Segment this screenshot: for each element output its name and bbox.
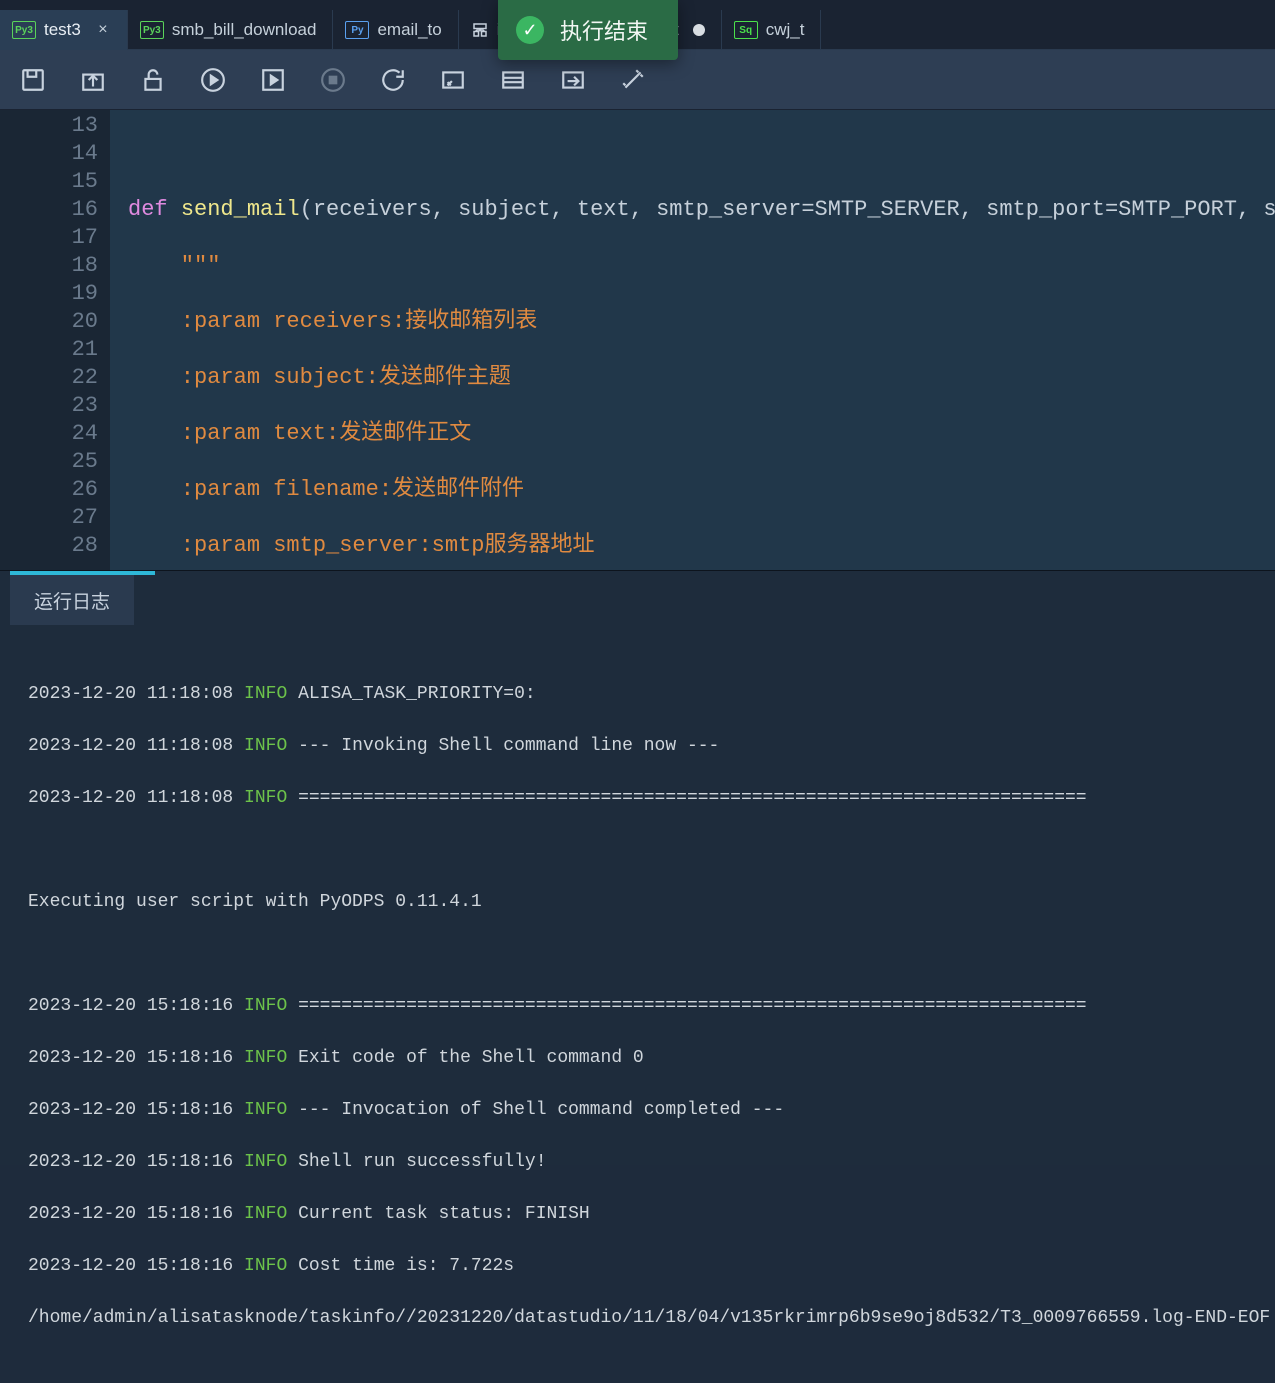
log-level: INFO bbox=[244, 788, 287, 808]
python-icon: Py bbox=[345, 21, 369, 39]
line-number: 20 bbox=[0, 308, 98, 336]
panel-tab-runlog[interactable]: 运行日志 bbox=[10, 575, 134, 625]
log-msg: Cost time is: 7.722s bbox=[298, 1256, 514, 1276]
run-param-button[interactable] bbox=[260, 67, 286, 93]
line-number: 25 bbox=[0, 448, 98, 476]
python3-icon: Py3 bbox=[140, 21, 164, 39]
log-msg: ========================================… bbox=[298, 788, 1087, 808]
docstring: :param receivers:接收邮箱列表 bbox=[128, 309, 537, 334]
line-number: 13 bbox=[0, 112, 98, 140]
log-msg: Executing user script with PyODPS 0.11.4… bbox=[28, 889, 1247, 915]
line-number: 22 bbox=[0, 364, 98, 392]
log-level: INFO bbox=[244, 1100, 287, 1120]
docstring: :param subject:发送邮件主题 bbox=[128, 365, 511, 390]
deploy-button[interactable] bbox=[560, 67, 586, 93]
keyword: def bbox=[128, 197, 181, 222]
code-content[interactable]: def send_mail(receivers, subject, text, … bbox=[110, 110, 1275, 570]
stop-button[interactable] bbox=[320, 67, 346, 93]
reload-button[interactable] bbox=[380, 67, 406, 93]
log-level: INFO bbox=[244, 1204, 287, 1224]
log-timestamp: 2023-12-20 11:18:08 bbox=[28, 684, 233, 704]
log-timestamp: 2023-12-20 15:18:16 bbox=[28, 1204, 233, 1224]
log-timestamp: 2023-12-20 11:18:08 bbox=[28, 788, 233, 808]
docstring: :param filename:发送邮件附件 bbox=[128, 477, 524, 502]
log-timestamp: 2023-12-20 15:18:16 bbox=[28, 1152, 233, 1172]
sql-icon: Sq bbox=[734, 21, 758, 39]
docstring: :param text:发送邮件正文 bbox=[128, 421, 471, 446]
save-button[interactable] bbox=[20, 67, 46, 93]
tab-email-to[interactable]: Py email_to bbox=[333, 10, 458, 50]
log-level: INFO bbox=[244, 736, 287, 756]
log-level: INFO bbox=[244, 684, 287, 704]
line-number: 16 bbox=[0, 196, 98, 224]
tab-label: email_to bbox=[377, 20, 441, 40]
submit-button[interactable] bbox=[80, 67, 106, 93]
line-number-gutter: 13141516171819202122232425262728 bbox=[0, 110, 110, 570]
line-number: 21 bbox=[0, 336, 98, 364]
log-level: INFO bbox=[244, 1048, 287, 1068]
log-msg: --- Invoking Shell command line now --- bbox=[298, 736, 719, 756]
line-number: 14 bbox=[0, 140, 98, 168]
docstring: """ bbox=[128, 253, 220, 278]
line-number: 18 bbox=[0, 252, 98, 280]
toast-label: 执行结束 bbox=[560, 14, 648, 46]
log-level: INFO bbox=[244, 1256, 287, 1276]
log-msg: --- Invocation of Shell command complete… bbox=[298, 1100, 784, 1120]
log-msg: ALISA_TASK_PRIORITY=0: bbox=[298, 684, 536, 704]
magic-button[interactable] bbox=[620, 67, 646, 93]
code-text: (receivers, subject, text, smtp_server=S… bbox=[300, 197, 1275, 222]
tab-smb-bill-download[interactable]: Py3 smb_bill_download bbox=[128, 10, 334, 50]
log-msg: Shell run successfully! bbox=[298, 1152, 546, 1172]
lock-button[interactable] bbox=[140, 67, 166, 93]
execution-toast: ✓ 执行结束 bbox=[498, 0, 678, 60]
report-icon bbox=[471, 21, 489, 39]
line-number: 28 bbox=[0, 532, 98, 560]
log-msg: ========================================… bbox=[298, 996, 1087, 1016]
log-timestamp: 2023-12-20 15:18:16 bbox=[28, 1256, 233, 1276]
close-icon[interactable]: × bbox=[95, 22, 111, 38]
log-timestamp: 2023-12-20 15:18:16 bbox=[28, 1048, 233, 1068]
line-number: 27 bbox=[0, 504, 98, 532]
line-number: 26 bbox=[0, 476, 98, 504]
log-output[interactable]: 2023-12-20 11:18:08 INFO ALISA_TASK_PRIO… bbox=[0, 625, 1275, 1383]
code-editor[interactable]: 13141516171819202122232425262728 def sen… bbox=[0, 110, 1275, 570]
log-path: /home/admin/alisatasknode/taskinfo//2023… bbox=[28, 1305, 1247, 1331]
log-level: INFO bbox=[244, 996, 287, 1016]
format-button[interactable] bbox=[440, 67, 466, 93]
log-timestamp: 2023-12-20 15:18:16 bbox=[28, 1100, 233, 1120]
log-level: INFO bbox=[244, 1152, 287, 1172]
unsaved-dot-icon bbox=[693, 24, 705, 36]
run-button[interactable] bbox=[200, 67, 226, 93]
tab-cwj[interactable]: Sq cwj_t bbox=[722, 10, 822, 50]
line-number: 23 bbox=[0, 392, 98, 420]
python3-icon: Py3 bbox=[12, 21, 36, 39]
function-name: send_mail bbox=[181, 197, 300, 222]
log-timestamp: 2023-12-20 15:18:16 bbox=[28, 996, 233, 1016]
tab-label: smb_bill_download bbox=[172, 20, 317, 40]
layout-button[interactable] bbox=[500, 67, 526, 93]
output-panel: 运行日志 2023-12-20 11:18:08 INFO ALISA_TASK… bbox=[0, 570, 1275, 1165]
log-msg: Exit code of the Shell command 0 bbox=[298, 1048, 644, 1068]
tab-test3[interactable]: Py3 test3 × bbox=[0, 10, 128, 50]
log-msg: Current task status: FINISH bbox=[298, 1204, 590, 1224]
tab-label: test3 bbox=[44, 20, 81, 40]
tab-label: cwj_t bbox=[766, 20, 805, 40]
line-number: 15 bbox=[0, 168, 98, 196]
line-number: 24 bbox=[0, 420, 98, 448]
docstring: :param smtp_server:smtp服务器地址 bbox=[128, 533, 594, 558]
success-check-icon: ✓ bbox=[516, 16, 544, 44]
line-number: 19 bbox=[0, 280, 98, 308]
log-timestamp: 2023-12-20 11:18:08 bbox=[28, 736, 233, 756]
line-number: 17 bbox=[0, 224, 98, 252]
panel-tabs: 运行日志 bbox=[0, 571, 1275, 625]
